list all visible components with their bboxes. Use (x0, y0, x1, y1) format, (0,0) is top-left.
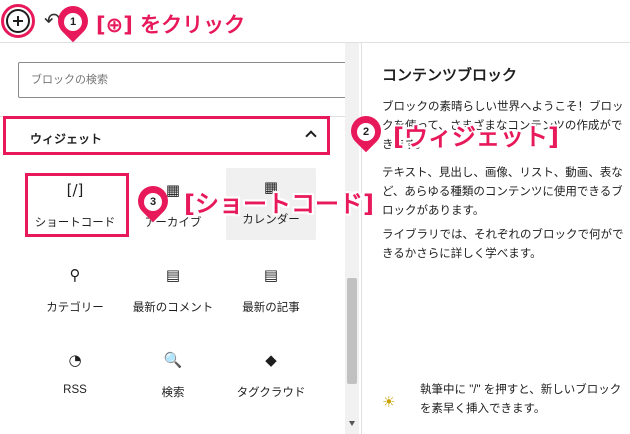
block-label: 最新のコメント (132, 302, 214, 314)
lightbulb-icon: ☀ (382, 393, 396, 411)
add-button-highlight-ring (1, 4, 35, 38)
comment-icon: ▤ (165, 266, 181, 284)
block-label: 最新の記事 (242, 302, 300, 314)
block-latest-comments[interactable]: ▤ 最新のコメント (128, 256, 218, 328)
callout-text-2: [ウィジェット] (393, 123, 559, 151)
block-categories[interactable]: ⚲ カテゴリー (30, 256, 120, 328)
rss-icon: ◔ (68, 351, 82, 369)
chevron-up-icon (305, 130, 317, 142)
scrollbar-thumb[interactable] (347, 278, 357, 384)
preview-paragraph: ライブラリでは、それぞれのブロックで何ができるかさらに詳しく学べます。 (382, 229, 624, 260)
search-icon: 🔍 (163, 351, 183, 369)
block-label: カテゴリー (46, 302, 104, 314)
shortcode-highlight-box (25, 173, 129, 237)
tag-icon: ◆ (265, 351, 277, 369)
widgets-section-toggle[interactable]: ウィジェット (3, 116, 330, 155)
categories-icon: ⚲ (69, 266, 81, 284)
preview-tip: 執筆中に "/" を押すと、新しいブロックを素早く挿入できます。 (420, 384, 622, 415)
block-latest-posts[interactable]: ▤ 最新の記事 (226, 256, 316, 328)
preview-paragraph: テキスト、見出し、画像、リスト、動画、表など、あらゆる種類のコンテンツに使用でき… (382, 167, 623, 217)
scroll-down-arrow-icon[interactable] (349, 421, 355, 426)
preview-title: コンテンツブロック (382, 67, 518, 84)
callout-number-2: 2 (351, 116, 381, 146)
block-search[interactable]: 🔍 検索 (128, 341, 218, 413)
block-search-input[interactable] (18, 62, 348, 98)
posts-list-icon: ▤ (263, 266, 279, 284)
block-tag-cloud[interactable]: ◆ タグクラウド (226, 341, 316, 413)
block-rss[interactable]: ◔ RSS (30, 341, 120, 413)
callout-number-3: 3 (138, 186, 168, 216)
callout-number-1: 1 (58, 6, 88, 36)
block-inserter-panel: ウィジェット [/] ショートコード ▦ アーカイブ ▦ カレンダー ⚲ カテゴ… (0, 43, 362, 434)
block-label: 検索 (161, 387, 185, 399)
callout-text-1: [⊕] をクリック (96, 13, 246, 37)
inserter-scrollbar[interactable] (345, 43, 359, 434)
callout-text-3: [ショートコード] (184, 190, 374, 218)
editor-toolbar: ↶ (0, 0, 630, 42)
block-label: タグクラウド (236, 387, 306, 399)
widgets-section-title: ウィジェット (30, 132, 103, 146)
block-preview-panel: コンテンツブロック ブロックの素晴らしい世界へようこそ！ブロックを使って、さまざ… (362, 43, 630, 434)
block-label: RSS (63, 384, 87, 396)
